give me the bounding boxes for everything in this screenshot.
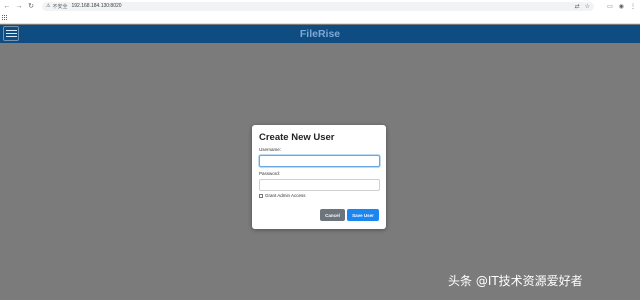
apps-grid-icon[interactable] [2, 15, 8, 21]
translate-icon[interactable]: ⇄ [575, 3, 580, 10]
menu-dots-icon[interactable]: ⋮ [630, 3, 636, 10]
security-label: 不安全 [52, 3, 68, 10]
save-user-button[interactable]: Save User [347, 209, 379, 221]
username-label: Username: [259, 147, 282, 152]
extension-icon[interactable]: ▭ [607, 3, 613, 10]
modal-title: Create New User [259, 132, 335, 143]
browser-toolbar: ← → ↻ ⚠ 不安全 192.168.184.130:8020 ⇄ ☆ ▭ ◉… [0, 0, 640, 12]
app-header: FileRise [0, 25, 640, 43]
warning-icon: ⚠ [46, 3, 51, 9]
security-indicator[interactable]: ⚠ 不安全 [46, 3, 68, 10]
create-user-modal: Create New User Username: Password: Gran… [252, 125, 386, 229]
app-title: FileRise [299, 28, 341, 40]
reload-icon[interactable]: ↻ [26, 0, 36, 12]
cancel-button[interactable]: Cancel [320, 209, 345, 221]
watermark-text: 头条 @IT技术资源爱好者 [448, 274, 583, 288]
url-text: 192.168.184.130:8020 [71, 3, 122, 9]
password-label: Password: [259, 171, 281, 176]
admin-access-label[interactable]: Grant Admin Access [265, 193, 306, 198]
profile-icon[interactable]: ◉ [619, 3, 624, 10]
admin-access-row[interactable]: Grant Admin Access [259, 193, 306, 198]
username-input[interactable] [259, 155, 380, 167]
address-bar[interactable]: ⚠ 不安全 192.168.184.130:8020 ⇄ ☆ [42, 1, 594, 11]
hamburger-menu-icon[interactable] [3, 26, 19, 41]
bookmark-star-icon[interactable]: ☆ [585, 3, 590, 10]
back-icon[interactable]: ← [2, 0, 12, 12]
bookmarks-bar [0, 12, 640, 24]
password-input[interactable] [259, 179, 380, 191]
forward-icon[interactable]: → [14, 0, 24, 12]
admin-access-checkbox[interactable] [259, 193, 263, 198]
